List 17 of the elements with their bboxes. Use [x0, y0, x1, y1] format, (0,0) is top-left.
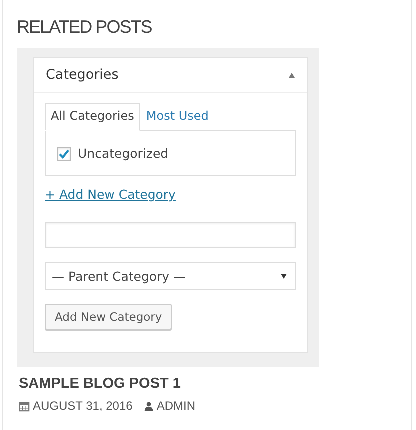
post-title[interactable]: SAMPLE BLOG POST 1: [19, 376, 181, 392]
panel-title: Categories: [46, 67, 119, 83]
post-date: AUGUST 31, 2016: [33, 399, 133, 413]
user-icon: [144, 400, 154, 412]
calendar-icon: [19, 400, 30, 412]
section-title: RELATED POSTS: [17, 16, 152, 39]
category-name-field[interactable]: [45, 222, 296, 248]
parent-category-dropdown[interactable]: — Parent Category —: [45, 262, 296, 290]
add-category-button[interactable]: Add New Category: [45, 304, 172, 330]
category-tab[interactable]: All Categories: [45, 103, 140, 131]
collapse-toggle-icon[interactable]: [289, 72, 295, 78]
post-author: ADMIN: [156, 399, 196, 413]
checkbox-label: Uncategorized: [78, 146, 169, 161]
add-category-link[interactable]: + Add New Category: [45, 187, 176, 202]
caret-icon: [281, 274, 287, 279]
category-tab[interactable]: Most Used: [140, 103, 215, 130]
checkbox[interactable]: [57, 146, 71, 160]
